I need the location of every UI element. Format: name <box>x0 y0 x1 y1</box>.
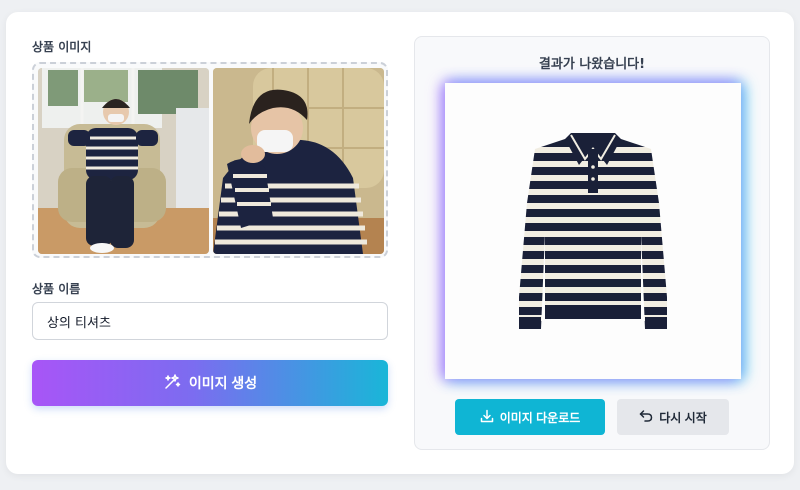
product-images-dropzone[interactable] <box>32 62 388 258</box>
product-photo-1[interactable] <box>38 68 209 254</box>
generated-image <box>445 83 741 379</box>
product-photo-2[interactable] <box>213 68 384 254</box>
undo-arrow-icon <box>639 409 653 426</box>
restart-label: 다시 시작 <box>659 410 707 425</box>
download-image-label: 이미지 다운로드 <box>499 410 581 425</box>
sparkle-wand-icon <box>163 373 181 394</box>
generate-image-label: 이미지 생성 <box>188 375 258 391</box>
product-name-input[interactable] <box>32 302 388 340</box>
restart-button[interactable]: 다시 시작 <box>617 399 729 435</box>
striped-sweater-image <box>445 83 741 379</box>
download-icon <box>480 409 494 426</box>
result-actions: 이미지 다운로드 다시 시작 <box>455 399 735 437</box>
main-card: 상품 이미지 상품 이름 상의 티셔츠 이미지 생성 결과가 나왔습니다! 이미… <box>6 12 794 474</box>
download-image-button[interactable]: 이미지 다운로드 <box>455 399 605 435</box>
result-title: 결과가 나왔습니다! <box>538 57 646 72</box>
product-name-label: 상품 이름 <box>32 282 81 296</box>
result-panel: 결과가 나왔습니다! 이미지 다운로드 다시 시작 <box>414 36 770 450</box>
product-images-label: 상품 이미지 <box>32 40 92 54</box>
generate-image-button[interactable]: 이미지 생성 <box>32 360 388 406</box>
